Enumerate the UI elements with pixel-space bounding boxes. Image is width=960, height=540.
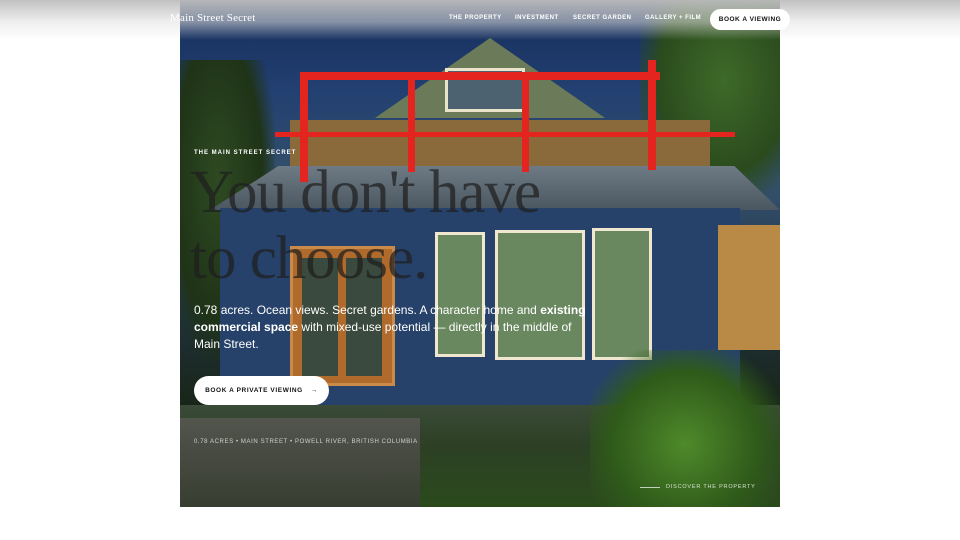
book-viewing-button[interactable]: BOOK A VIEWING xyxy=(710,9,790,30)
deck-post-4 xyxy=(648,60,656,170)
hero-eyebrow: THE MAIN STREET SECRET xyxy=(194,150,297,156)
lead-text-1: 0.78 acres. Ocean views. Secret gardens.… xyxy=(194,303,541,317)
property-meta: 0.78 ACRES • MAIN STREET • POWELL RIVER,… xyxy=(194,439,418,445)
cta-label: BOOK A PRIVATE VIEWING xyxy=(205,387,303,394)
stone-steps xyxy=(180,418,420,507)
landing-page: Main Street Secret THE PROPERTY INVESTME… xyxy=(0,0,960,540)
discover-property-link[interactable]: DISCOVER THE PROPERTY xyxy=(640,484,756,490)
discover-label: DISCOVER THE PROPERTY xyxy=(666,484,756,490)
side-wing xyxy=(718,225,780,350)
hero-headline: You don't have to choose. xyxy=(190,159,541,292)
deck-post-3 xyxy=(522,72,529,172)
hero-lead: 0.78 acres. Ocean views. Secret gardens.… xyxy=(194,302,586,353)
deck-post-2 xyxy=(408,72,415,172)
deck-rail-bottom xyxy=(275,132,735,137)
arrow-right-icon: → xyxy=(310,387,318,394)
nav-gallery-film[interactable]: GALLERY + FILM xyxy=(645,15,701,21)
nav-the-property[interactable]: THE PROPERTY xyxy=(449,15,502,21)
book-private-viewing-button[interactable]: BOOK A PRIVATE VIEWING → xyxy=(194,376,329,405)
discover-line xyxy=(640,486,660,488)
nav-investment[interactable]: INVESTMENT xyxy=(515,15,559,21)
deck-rail-top xyxy=(300,72,660,80)
brand-logo[interactable]: Main Street Secret xyxy=(170,12,255,24)
nav-secret-garden[interactable]: SECRET GARDEN xyxy=(573,15,632,21)
